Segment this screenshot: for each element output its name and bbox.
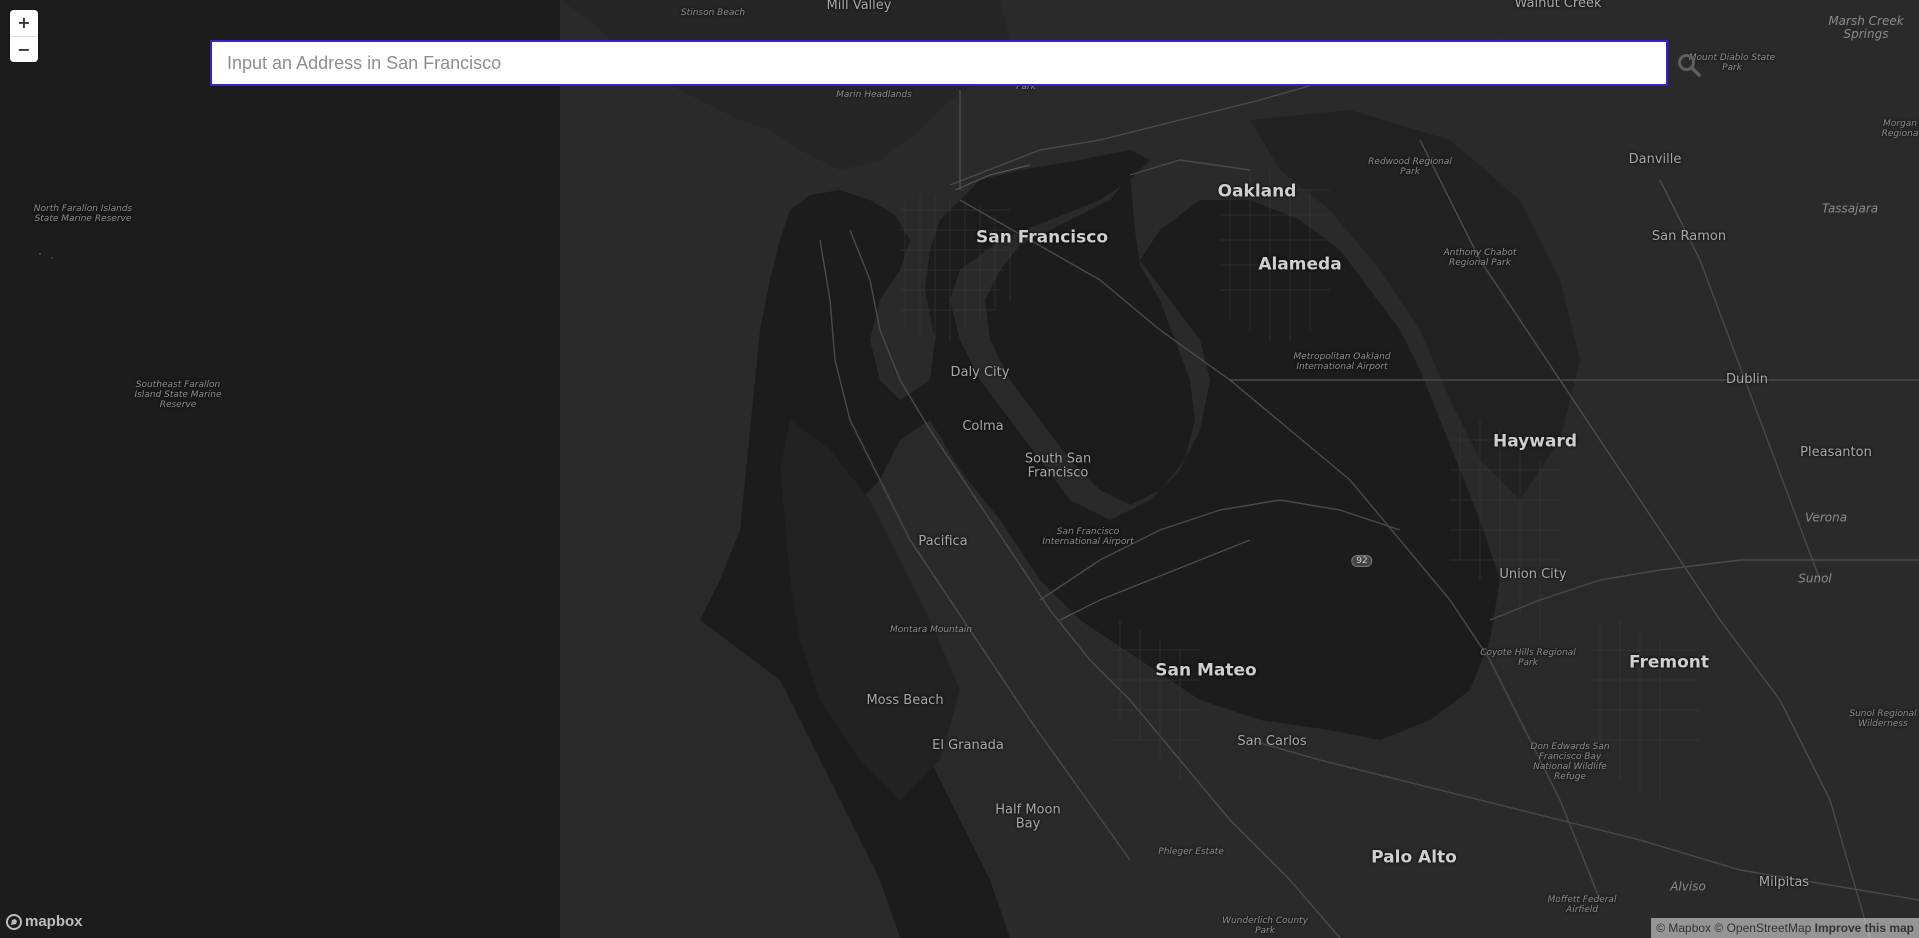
place-label-alviso: Alviso — [1670, 879, 1706, 894]
place-label-north-farallon: North Farallon Islands State Marine Rese… — [33, 204, 133, 224]
place-label-marsh-creek-springs: Marsh Creek Springs — [1828, 13, 1904, 41]
place-label-half-moon-bay: Half Moon Bay — [995, 802, 1061, 832]
place-label-san-carlos: San Carlos — [1237, 733, 1307, 749]
place-label-stinson-beach: Stinson Beach — [680, 8, 746, 19]
place-label-fremont: Fremont — [1628, 652, 1710, 673]
place-label-sunol: Sunol — [1798, 571, 1832, 586]
place-label-pleasanton: Pleasanton — [1800, 444, 1872, 460]
place-label-morgan-region: Morgan Regiona — [1881, 119, 1919, 139]
improve-map-link[interactable]: Improve this map — [1815, 921, 1914, 935]
attribution-mapbox-link[interactable]: © Mapbox — [1656, 921, 1711, 935]
place-label-alameda: Alameda — [1258, 254, 1342, 275]
place-label-san-mateo: San Mateo — [1155, 660, 1257, 681]
place-label-oakland: Oakland — [1217, 181, 1297, 202]
place-label-marin-headlands: Marin Headlands — [836, 90, 912, 101]
attribution-osm-link[interactable]: © OpenStreetMap — [1714, 921, 1811, 935]
zoom-out-button[interactable]: − — [10, 36, 38, 62]
map-canvas[interactable] — [0, 0, 1919, 938]
zoom-in-button[interactable]: + — [10, 10, 38, 36]
place-label-montara-mountain: Montara Mountain — [889, 625, 973, 636]
place-label-mill-valley: Mill Valley — [826, 0, 892, 13]
place-label-walnut-creek: Walnut Creek — [1514, 0, 1602, 11]
place-label-dublin: Dublin — [1726, 371, 1768, 387]
place-label-don-edwards: Don Edwards San Francisco Bay National W… — [1530, 742, 1610, 782]
place-label-coyote-hills: Coyote Hills Regional Park — [1480, 648, 1576, 668]
mapbox-logo-icon — [6, 913, 22, 930]
place-label-san-francisco: San Francisco — [976, 227, 1108, 248]
place-label-moffett-airfield: Moffett Federal Airfield — [1547, 895, 1617, 915]
place-label-southeast-farallon: Southeast Farallon Island State Marine R… — [134, 380, 222, 410]
place-label-daly-city: Daly City — [950, 364, 1010, 380]
place-label-anthony-chabot: Anthony Chabot Regional Park — [1443, 248, 1517, 268]
place-label-palo-alto: Palo Alto — [1371, 847, 1457, 868]
place-label-pacifica: Pacifica — [918, 533, 968, 549]
place-label-sf-airport: San Francisco International Airport — [1042, 527, 1134, 547]
place-label-tassajara: Tassajara — [1821, 201, 1879, 216]
place-label-metro-oakland-airport: Metropolitan Oakland International Airpo… — [1293, 352, 1391, 372]
place-label-el-granada: El Granada — [932, 737, 1004, 753]
farallon-island — [51, 257, 53, 259]
route-shield-92: 92 — [1351, 555, 1373, 567]
mapbox-logo[interactable]: mapbox — [6, 913, 83, 930]
place-label-redwood-regional: Redwood Regional Park — [1368, 157, 1452, 177]
search-bar — [210, 40, 1670, 88]
search-icon[interactable] — [1676, 52, 1702, 78]
place-label-wunderlich-park: Wunderlich County Park — [1222, 916, 1308, 936]
map[interactable]: Stinson Beach Mill Valley Walnut Creek M… — [0, 0, 1919, 938]
zoom-control: + − — [10, 10, 38, 62]
place-label-hayward: Hayward — [1493, 431, 1577, 452]
place-label-moss-beach: Moss Beach — [866, 692, 944, 708]
farallon-island — [38, 252, 42, 256]
place-label-milpitas: Milpitas — [1758, 874, 1810, 890]
place-label-san-ramon: San Ramon — [1651, 228, 1727, 244]
mapbox-logo-text: mapbox — [25, 913, 83, 930]
place-label-south-sf: South San Francisco — [1024, 451, 1092, 481]
map-attribution: © Mapbox © OpenStreetMap Improve this ma… — [1651, 918, 1919, 938]
place-label-colma: Colma — [962, 418, 1004, 434]
place-label-union-city: Union City — [1499, 566, 1567, 582]
place-label-sunol-wilderness: Sunol Regional Wilderness — [1849, 709, 1917, 729]
place-label-danville: Danville — [1628, 151, 1682, 167]
place-label-verona: Verona — [1804, 510, 1848, 525]
address-search-input[interactable] — [210, 40, 1668, 86]
place-label-phleger-estate: Phleger Estate — [1158, 847, 1224, 858]
